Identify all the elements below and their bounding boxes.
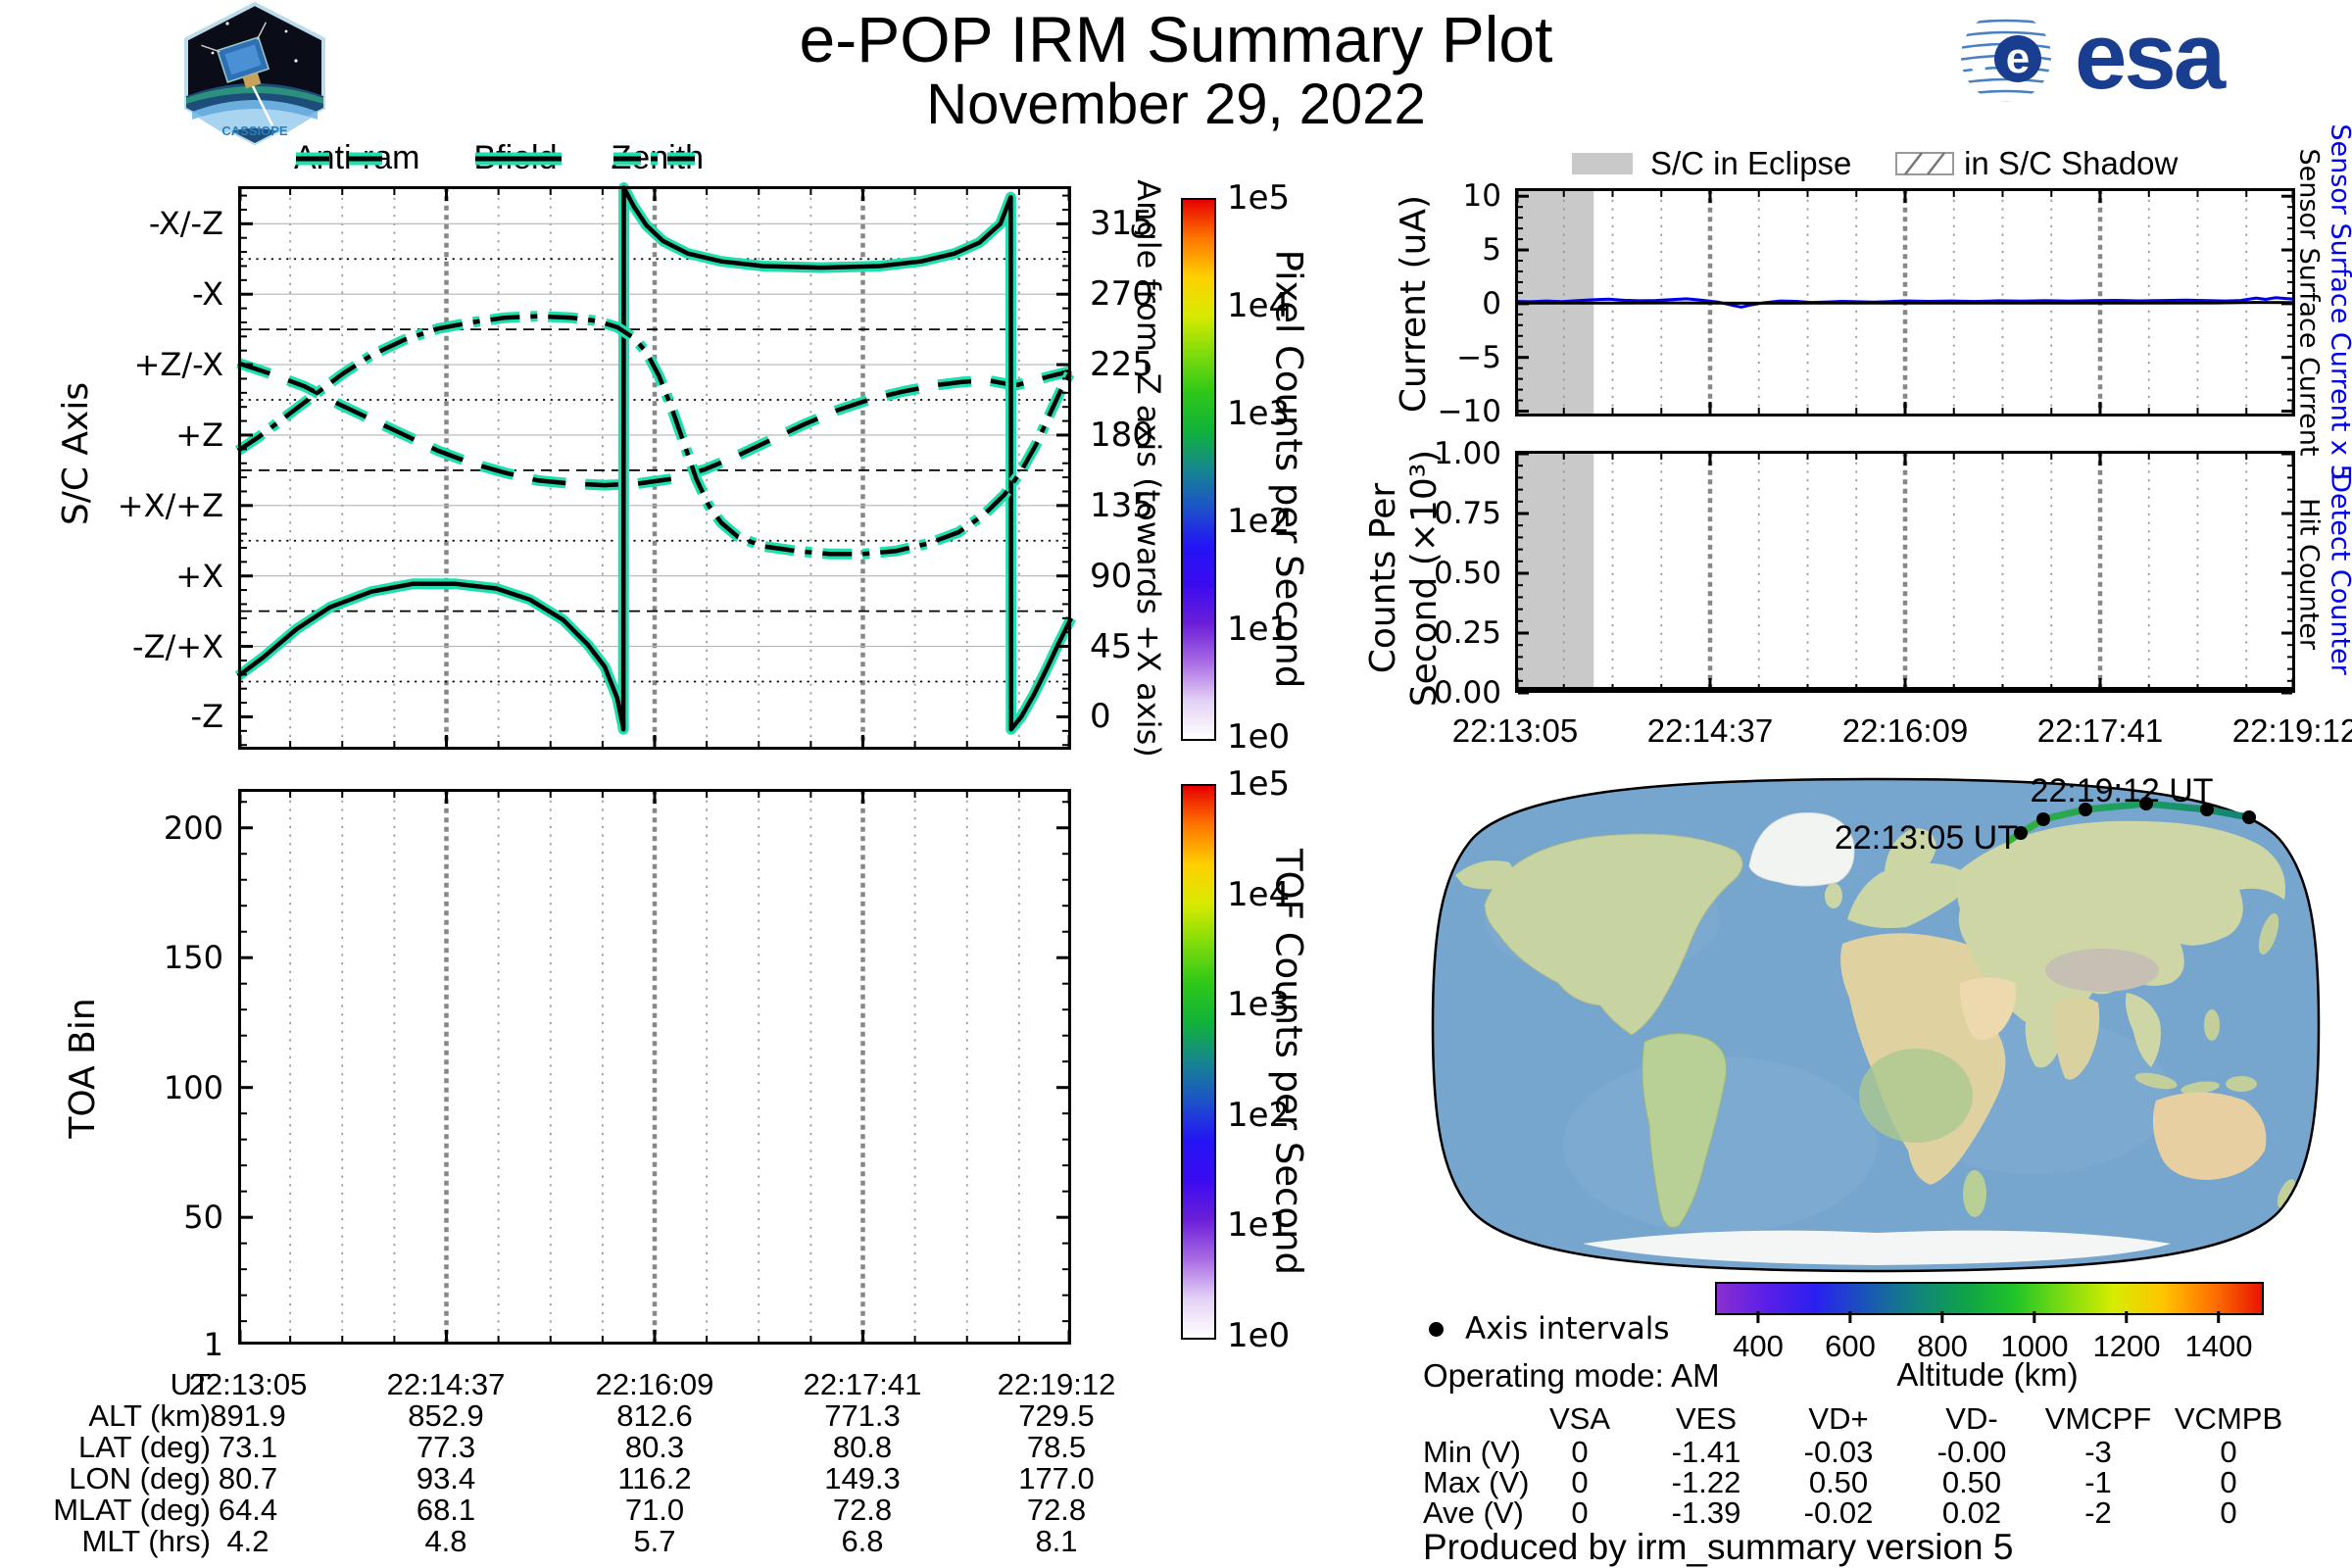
ephemeris-value: 71.0 (624, 1493, 685, 1527)
ephemeris-value: 73.1 (218, 1430, 278, 1464)
legend-label-eclipse: S/C in Eclipse (1650, 145, 1852, 181)
sc-axis-plot (234, 182, 1076, 750)
ephemeris-value: 771.3 (824, 1398, 901, 1433)
voltage-value: 0 (2220, 1435, 2237, 1469)
ephemeris-value: 4.8 (424, 1524, 467, 1558)
counters-plot (1515, 451, 2295, 695)
ephemeris-value: 852.9 (408, 1398, 484, 1433)
ephemeris-value: 22:19:12 (997, 1367, 1116, 1401)
ephemeris-value: 6.8 (841, 1524, 884, 1558)
ephemeris-value: 22:13:05 (188, 1367, 308, 1401)
altitude-colorbar (1715, 1282, 2264, 1315)
legend-item-bfield: Bfield (473, 139, 563, 177)
current-ylabel: Current (uA) (1394, 194, 1434, 414)
ephemeris-value: 68.1 (416, 1493, 476, 1527)
right-time-tick-22:16:09: 22:16:09 (1841, 712, 1969, 749)
altitude-colorbar-label: Altitude (km) (1896, 1356, 2079, 1393)
legend-item-eclipse: S/C in Eclipse (1572, 145, 1851, 182)
ephemeris-value: 177.0 (1018, 1461, 1095, 1495)
page-date: November 29, 2022 (926, 73, 1426, 137)
axis-intervals-legend: Axis intervals (1429, 1311, 1670, 1347)
ephemeris-value: 80.8 (832, 1430, 893, 1464)
ephemeris-value: 80.7 (218, 1461, 278, 1495)
toa-bin-plot (238, 789, 1071, 1345)
counters-ylabel-line1: Counts Per (1363, 482, 1403, 674)
pixel-counts-colorbar (1181, 198, 1216, 741)
sc-axis-tick--X/-Z: -X/-Z (148, 205, 223, 242)
sc-axis-tick--Z: -Z (190, 698, 223, 735)
page-title: e-POP IRM Summary Plot (799, 3, 1553, 75)
voltage-value: 0 (2220, 1495, 2237, 1530)
counters-right-label-blue: Detect Counter (2325, 472, 2352, 675)
right-time-tick-22:13:05: 22:13:05 (1451, 712, 1579, 749)
track-end-time-label: 22:19:12 UT (2030, 772, 2213, 809)
esa-logo: e esa (1955, 4, 2259, 109)
cassiope-label: CASSIOPE (221, 123, 288, 138)
hatch-swatch (1895, 152, 1955, 175)
world-map: 22:13:05 UT 22:19:12 UT (1431, 772, 2321, 1273)
sc-axis-ylabel: S/C Axis (56, 381, 96, 526)
ephemeris-value: 72.8 (1026, 1493, 1087, 1527)
tof-counts-colorbar (1181, 784, 1216, 1340)
sensor-current-plot (1514, 188, 2296, 416)
counters-ylabel-line2: Second (×10³) (1404, 449, 1445, 708)
right-time-tick-22:19:12: 22:19:12 (2231, 712, 2352, 749)
voltage-value: 0 (2220, 1465, 2237, 1499)
ephemeris-value: 8.1 (1035, 1524, 1078, 1558)
altitude-tick-marks (1756, 1311, 2221, 1323)
eclipse-shadow-legend: S/C in Eclipse IRM in S/C Shadow (1572, 145, 2178, 182)
right-time-tick-22:14:37: 22:14:37 (1646, 712, 1774, 749)
ephemeris-value: 22:17:41 (803, 1367, 922, 1401)
toa-tick-1: 1 (203, 1326, 223, 1363)
legend-item-shadow: IRM in S/C Shadow (1895, 145, 2178, 182)
legend-item-anti-ram: Anti-ram (294, 139, 419, 177)
anti-ram-line-sample (296, 152, 382, 165)
eclipse-swatch (1572, 153, 1633, 174)
svg-text:e: e (2006, 34, 2030, 82)
sc-axis-legend: Anti-ram Bfield Zenith (294, 139, 704, 177)
sc-axis-tick--Z/+X: -Z/+X (132, 628, 223, 665)
altitude-tick-1400: 1400 (2184, 1329, 2253, 1363)
counters-right-label-black: Hit Counter (2293, 498, 2325, 650)
sc-axis-right-ylabel: Angle from -Z axis (towards +X axis) (1130, 179, 1167, 758)
esa-wordmark: esa (2075, 4, 2227, 109)
toa-tick-200: 200 (163, 809, 223, 847)
ephemeris-value: 5.7 (633, 1524, 676, 1558)
toa-bin-ylabel: TOA Bin (63, 998, 103, 1139)
produced-by-note: Produced by irm_summary version 5 (1423, 1527, 2014, 1567)
bfield-line-sample (475, 152, 563, 165)
tof-counts-colorbar-title: TOF Counts per Second (1267, 848, 1310, 1276)
ephemeris-value: 72.8 (832, 1493, 893, 1527)
zenith-line-sample (612, 152, 700, 165)
angle-tick-0: 0 (1090, 697, 1111, 736)
axis-intervals-label: Axis intervals (1465, 1311, 1670, 1347)
angle-tick-45: 45 (1090, 627, 1133, 666)
track-start-time-label: 22:13:05 UT (1835, 819, 2018, 857)
toa-tick-50: 50 (183, 1199, 223, 1236)
ephemeris-value: 4.2 (226, 1524, 270, 1558)
legend-item-zenith: Zenith (612, 139, 705, 177)
ephemeris-value: 22:14:37 (386, 1367, 506, 1401)
right-time-tick-22:17:41: 22:17:41 (2036, 712, 2164, 749)
ephemeris-value: 77.3 (416, 1430, 476, 1464)
angle-tick-90: 90 (1090, 557, 1133, 596)
operating-mode: Operating mode: AM (1423, 1357, 1720, 1394)
ephemeris-value: 64.4 (218, 1493, 278, 1527)
cassiope-mission-patch: CASSIOPE (178, 1, 331, 146)
ephemeris-value: 93.4 (416, 1461, 476, 1495)
ephemeris-value: 729.5 (1018, 1398, 1095, 1433)
page-title-block: e-POP IRM Summary Plot November 29, 2022 (686, 3, 1666, 137)
ephemeris-value: 149.3 (824, 1461, 901, 1495)
voltage-col-VCMPB: VCMPB (2174, 1401, 2283, 1436)
axis-intervals-dot (1429, 1321, 1444, 1337)
ephemeris-value: 22:16:09 (595, 1367, 714, 1401)
ephemeris-value: 78.5 (1026, 1430, 1087, 1464)
ephemeris-value: 812.6 (616, 1398, 693, 1433)
ephemeris-value: 80.3 (624, 1430, 685, 1464)
sc-axis-tick--X: -X (192, 275, 223, 313)
ephemeris-value: 891.9 (210, 1398, 286, 1433)
ephemeris-value: 116.2 (617, 1461, 692, 1495)
pixel-counts-colorbar-title: Pixel Counts per Second (1267, 249, 1310, 689)
